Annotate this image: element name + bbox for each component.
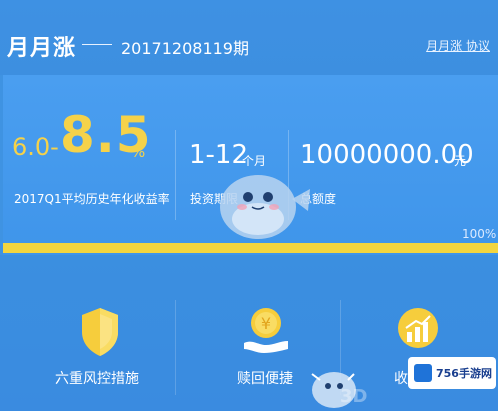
- shield-icon: [82, 308, 118, 356]
- badge-logo-icon: [414, 364, 432, 382]
- site-badge: 756手游网: [408, 357, 496, 389]
- feature-label-risk: 六重风控措施: [55, 371, 139, 387]
- product-title: 月月涨: [7, 36, 77, 61]
- svg-text:¥: ¥: [261, 314, 271, 333]
- title-separator: [82, 44, 112, 45]
- agreement-link[interactable]: 月月涨 协议: [426, 37, 490, 54]
- feature-divider: [175, 300, 176, 395]
- total-unit: 元: [454, 154, 467, 168]
- rate-min: 6.0-: [12, 133, 59, 161]
- feature-label-redeem: 赎回便捷: [237, 371, 293, 387]
- badge-text: 756手游网: [436, 367, 492, 380]
- coin-hand-icon: ¥: [244, 308, 288, 353]
- growth-chart-icon: [398, 308, 438, 348]
- rate-label: 2017Q1平均历史年化收益率: [14, 192, 170, 206]
- period-number: 20171208119期: [121, 39, 249, 58]
- rate-unit: %: [131, 143, 146, 161]
- mascot-watermark-icon: [220, 175, 310, 239]
- corner-watermark: 3D: [340, 386, 368, 407]
- progress-percent: 100%: [462, 227, 497, 241]
- total-value: 10000000.00: [300, 140, 474, 170]
- stat-divider: [175, 130, 176, 220]
- header-bar: 月月涨 20171208119期 月月涨 协议: [0, 0, 498, 75]
